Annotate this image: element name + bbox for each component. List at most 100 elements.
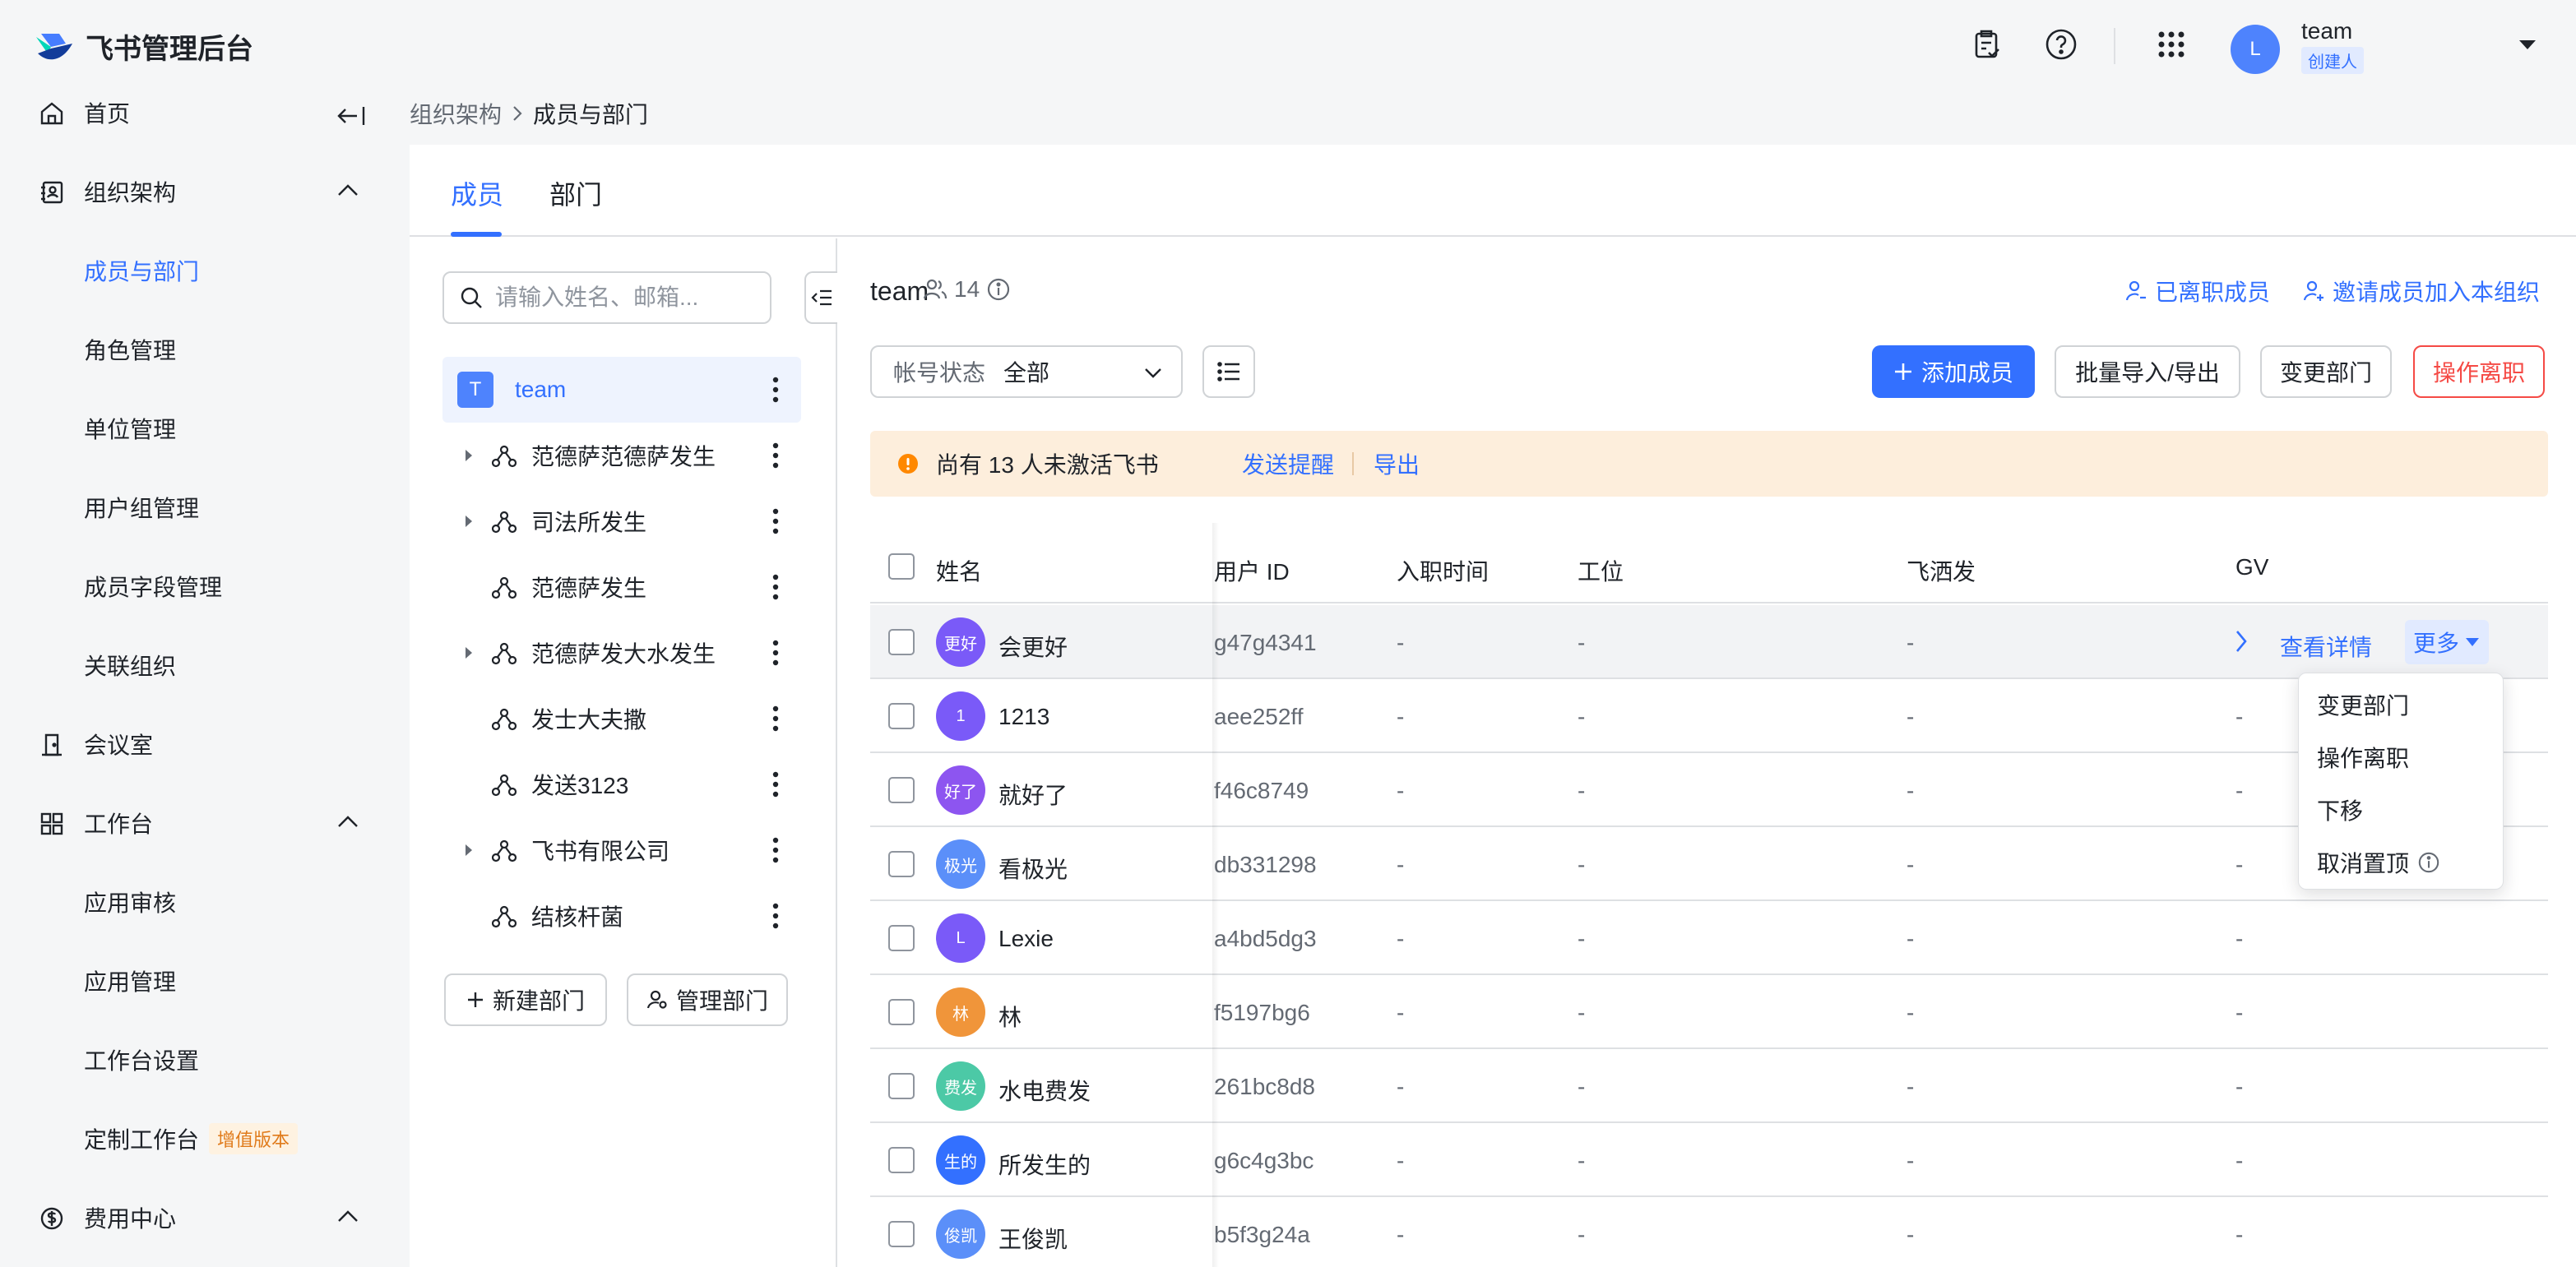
app-logo[interactable]: 飞书管理后台 xyxy=(33,26,253,67)
more-vertical-icon[interactable] xyxy=(771,572,780,602)
breadcrumb-item[interactable]: 组织架构 xyxy=(410,97,502,130)
sidebar-item-app-review[interactable]: 应用审核 xyxy=(0,873,410,931)
tree-node[interactable]: 发送3123 xyxy=(442,751,801,817)
table-row[interactable]: 更好 会更好 g47g4341 - - - 查看详情 更多 xyxy=(870,605,2548,679)
member-name[interactable]: 1213 xyxy=(998,704,1049,730)
export-link[interactable]: 导出 xyxy=(1374,447,1420,480)
member-name[interactable]: 看极光 xyxy=(998,852,1068,885)
chevron-right-icon[interactable] xyxy=(2234,628,2249,654)
user-name[interactable]: team xyxy=(2301,18,2352,44)
table-row[interactable]: 好了 就好了 f46c8749 - - - - xyxy=(870,753,2548,827)
gv-value: - xyxy=(2235,1000,2244,1025)
member-name[interactable]: 所发生的 xyxy=(998,1148,1091,1181)
tab-departments[interactable]: 部门 xyxy=(549,174,602,212)
sidebar-item-roles[interactable]: 角色管理 xyxy=(0,321,410,378)
member-name[interactable]: 王俊凯 xyxy=(998,1222,1068,1255)
sidebar-item-user-groups[interactable]: 用户组管理 xyxy=(0,479,410,536)
row-checkbox[interactable] xyxy=(888,925,915,951)
row-checkbox[interactable] xyxy=(888,1221,915,1247)
send-reminder-link[interactable]: 发送提醒 xyxy=(1242,447,1334,480)
invite-members-link[interactable]: 邀请成员加入本组织 xyxy=(2303,275,2540,308)
sidebar-item-member-fields[interactable]: 成员字段管理 xyxy=(0,557,410,615)
bulk-import-export-button[interactable]: 批量导入/导出 xyxy=(2055,345,2240,398)
more-vertical-icon[interactable] xyxy=(771,638,780,668)
change-department-button[interactable]: 变更部门 xyxy=(2260,345,2392,398)
help-icon[interactable] xyxy=(2041,25,2081,64)
sidebar-item-workbench[interactable]: 工作台 xyxy=(0,794,410,852)
member-name[interactable]: 水电费发 xyxy=(998,1074,1091,1107)
member-name[interactable]: Lexie xyxy=(998,926,1054,952)
tree-root-team[interactable]: T team xyxy=(442,357,801,423)
user-avatar[interactable]: L xyxy=(2231,25,2280,74)
caret-right-icon[interactable] xyxy=(464,645,474,660)
table-row[interactable]: 1 1213 aee252ff - - - - xyxy=(870,679,2548,753)
menu-item-change-department[interactable]: 变更部门 xyxy=(2317,688,2409,721)
manage-department-button[interactable]: 管理部门 xyxy=(627,973,788,1026)
tree-node[interactable]: 结核杆菌 xyxy=(442,883,801,949)
more-vertical-icon[interactable] xyxy=(771,901,780,931)
tree-node[interactable]: 发士大夫撒 xyxy=(442,686,801,751)
approval-icon[interactable] xyxy=(1967,25,2007,64)
sidebar-item-home[interactable]: 首页 xyxy=(0,84,410,141)
row-checkbox[interactable] xyxy=(888,703,915,729)
caret-right-icon[interactable] xyxy=(464,843,474,858)
resign-button[interactable]: 操作离职 xyxy=(2413,345,2545,398)
member-name[interactable]: 就好了 xyxy=(998,778,1068,811)
tree-search[interactable] xyxy=(442,271,771,324)
sidebar-item-app-management[interactable]: 应用管理 xyxy=(0,952,410,1010)
tree-node[interactable]: 飞书有限公司 xyxy=(442,817,801,883)
more-vertical-icon[interactable] xyxy=(771,441,780,470)
tree-node[interactable]: 司法所发生 xyxy=(442,488,801,554)
member-name[interactable]: 林 xyxy=(998,1000,1022,1033)
table-row[interactable]: 极光 看极光 db331298 - - - - xyxy=(870,827,2548,901)
sidebar-item-billing[interactable]: 费用中心 xyxy=(0,1189,410,1246)
menu-item-move-down[interactable]: 下移 xyxy=(2317,793,2363,826)
view-details-link[interactable]: 查看详情 xyxy=(2280,630,2372,663)
apps-grid-icon[interactable] xyxy=(2152,25,2191,64)
row-checkbox[interactable] xyxy=(888,629,915,655)
new-department-button[interactable]: 新建部门 xyxy=(444,973,607,1026)
row-checkbox[interactable] xyxy=(888,1073,915,1099)
menu-item-unpin[interactable]: 取消置顶 xyxy=(2317,846,2440,879)
member-name[interactable]: 会更好 xyxy=(998,630,1068,663)
sidebar-item-org[interactable]: 组织架构 xyxy=(0,163,410,220)
caret-right-icon[interactable] xyxy=(464,514,474,529)
caret-right-icon[interactable] xyxy=(464,448,474,463)
more-vertical-icon[interactable] xyxy=(771,506,780,536)
tree-node[interactable]: 范德萨发生 xyxy=(442,554,801,620)
sidebar-item-linked-orgs[interactable]: 关联组织 xyxy=(0,636,410,694)
account-menu-caret-icon[interactable] xyxy=(2517,36,2538,53)
more-vertical-icon[interactable] xyxy=(771,704,780,733)
sidebar-item-members-departments[interactable]: 成员与部门 xyxy=(0,242,410,299)
table-row[interactable]: L Lexie a4bd5dg3 - - - - xyxy=(870,901,2548,975)
sidebar-item-units[interactable]: 单位管理 xyxy=(0,400,410,457)
more-actions-button[interactable]: 更多 xyxy=(2405,620,2490,664)
collapse-tree-button[interactable] xyxy=(804,271,837,324)
more-vertical-icon[interactable] xyxy=(771,375,780,405)
table-row[interactable]: 林林 f5197bg6 - - - - xyxy=(870,975,2548,1049)
join-date: - xyxy=(1397,630,1405,655)
sidebar-item-workbench-settings[interactable]: 工作台设置 xyxy=(0,1031,410,1089)
tree-node[interactable]: 范德萨发大水发生 xyxy=(442,620,801,686)
resigned-members-link[interactable]: 已离职成员 xyxy=(2125,275,2270,308)
row-checkbox[interactable] xyxy=(888,777,915,803)
table-row[interactable]: 俊凯 王俊凯 b5f3g24a - - - - xyxy=(870,1197,2548,1267)
collapse-sidebar-icon[interactable] xyxy=(336,104,368,128)
add-member-button[interactable]: 添加成员 xyxy=(1872,345,2035,398)
account-status-filter[interactable]: 帐号状态 全部 xyxy=(870,345,1183,398)
tab-members[interactable]: 成员 xyxy=(451,174,503,212)
row-checkbox[interactable] xyxy=(888,999,915,1025)
tree-node[interactable]: 范德萨范德萨发生 xyxy=(442,423,801,488)
sidebar-item-meeting-rooms[interactable]: 会议室 xyxy=(0,715,410,773)
row-checkbox[interactable] xyxy=(888,1147,915,1173)
more-vertical-icon[interactable] xyxy=(771,770,780,799)
row-checkbox[interactable] xyxy=(888,851,915,877)
tree-search-input[interactable] xyxy=(495,284,758,311)
table-row[interactable]: 生的 所发生的 g6c4g3bc - - - - xyxy=(870,1123,2548,1197)
select-all-checkbox[interactable] xyxy=(888,553,915,580)
menu-item-resign[interactable]: 操作离职 xyxy=(2317,741,2409,774)
table-row[interactable]: 费发 水电费发 261bc8d8 - - - - xyxy=(870,1049,2548,1123)
column-settings-button[interactable] xyxy=(1202,345,1255,398)
sidebar-item-custom-workbench[interactable]: 定制工作台 增值版本 xyxy=(0,1110,410,1168)
more-vertical-icon[interactable] xyxy=(771,835,780,865)
